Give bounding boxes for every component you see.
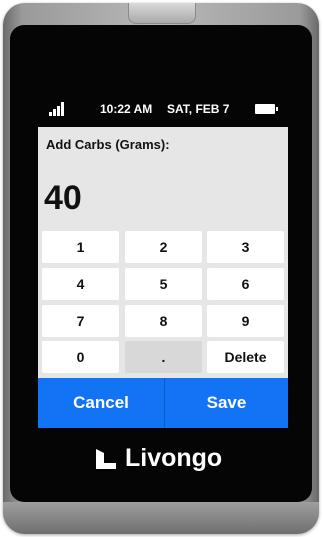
key-0[interactable]: 0 — [42, 341, 119, 373]
entry-prompt: Add Carbs (Grams): — [46, 137, 170, 152]
key-4[interactable]: 4 — [42, 268, 119, 300]
cancel-button[interactable]: Cancel — [38, 378, 164, 428]
status-date: SAT, FEB 7 — [167, 102, 230, 116]
status-bar: 10:22 AM SAT, FEB 7 — [38, 96, 288, 124]
brand: Livongo — [95, 443, 245, 477]
delete-button[interactable]: Delete — [207, 341, 284, 373]
status-time: 10:22 AM — [100, 102, 153, 116]
key-5[interactable]: 5 — [125, 268, 202, 300]
key-decimal[interactable]: . — [125, 341, 202, 373]
battery-icon — [255, 104, 278, 114]
key-1[interactable]: 1 — [42, 231, 119, 263]
carb-entry-screen: Add Carbs (Grams): 40 1 2 3 4 5 6 7 8 9 … — [38, 127, 288, 428]
key-2[interactable]: 2 — [125, 231, 202, 263]
key-3[interactable]: 3 — [207, 231, 284, 263]
key-6[interactable]: 6 — [207, 268, 284, 300]
brand-name: Livongo — [125, 444, 223, 472]
save-button[interactable]: Save — [165, 378, 288, 428]
key-7[interactable]: 7 — [42, 305, 119, 337]
key-9[interactable]: 9 — [207, 305, 284, 337]
key-8[interactable]: 8 — [125, 305, 202, 337]
device-bottom-bevel — [3, 502, 319, 534]
entry-value: 40 — [44, 179, 82, 217]
device-top-clip — [128, 3, 196, 24]
signal-strength-icon — [49, 102, 69, 116]
livongo-logo-icon — [96, 449, 116, 469]
